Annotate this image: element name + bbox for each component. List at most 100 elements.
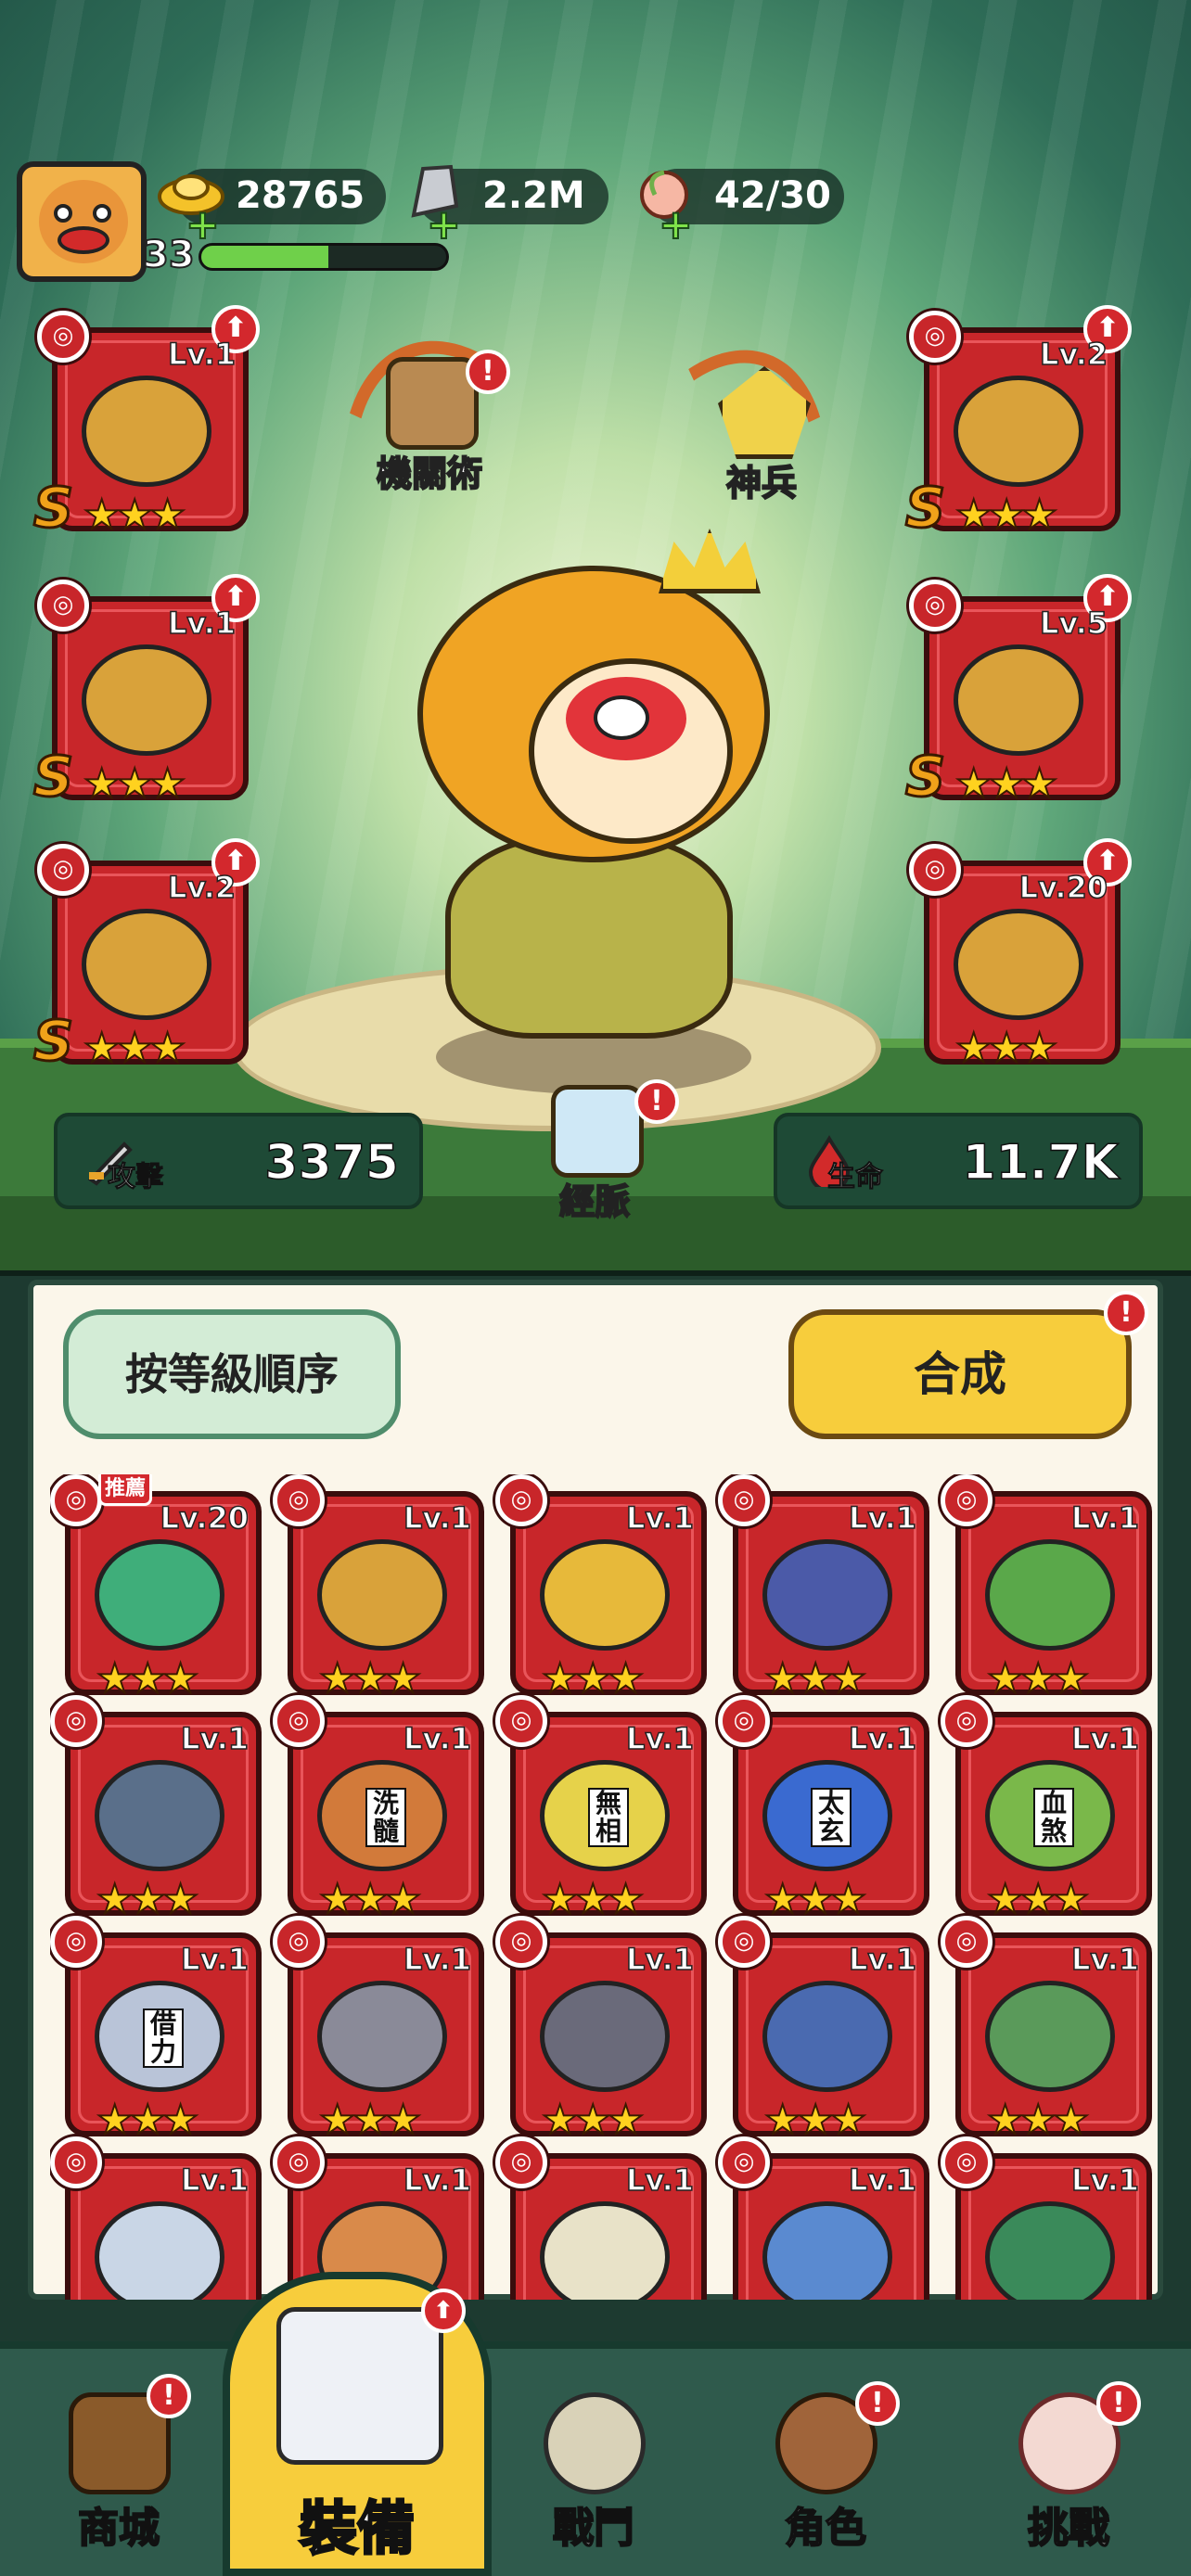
add-stone-icon[interactable]: + [426,204,462,247]
equip-slot-right-2[interactable]: ◎ ⬆ Lv.5 ★★★ S [903,574,1132,811]
alert-badge: ! [147,2374,191,2418]
category-icon: ◎ [37,311,89,363]
inventory-item[interactable]: ◎ Lv.1 ★★★ 無相 [495,1695,707,1924]
hero-monkey-king[interactable] [293,304,874,1048]
slot-level: Lv.1 [403,1941,472,1978]
slot-level: Lv.5 [1039,605,1108,642]
item-icon [540,1539,670,1651]
inventory-item[interactable]: ◎Lv.1★★★ [495,1916,707,2145]
slot-level: Lv.1 [403,1720,472,1757]
avatar-eye-left [54,204,72,223]
slot-level: Lv.1 [180,1941,250,1978]
star-rating: ★★★ [954,1024,1058,1073]
item-icon [95,1760,224,1871]
nav-equip[interactable]: ⬆ 裝備 [223,2272,492,2576]
category-icon: ◎ [273,1474,325,1526]
slot-level: Lv.1 [848,1941,917,1978]
alert-badge: ! [1096,2381,1141,2426]
inventory-item[interactable]: ◎ Lv.1 ★★★ 洗髓 [273,1695,484,1924]
player-avatar[interactable] [17,161,147,282]
category-icon: ◎ [273,2136,325,2188]
inventory-item[interactable]: ◎ Lv.1 ★★★ 太玄 [718,1695,929,1924]
robe-icon [276,2307,443,2465]
category-icon: ◎ [941,2136,992,2188]
category-icon: ◎ [50,1695,102,1747]
slot-level: Lv.1 [180,1720,250,1757]
meridian-label: 經脈 [558,1180,631,1223]
equip-slot-left-3[interactable]: ◎ ⬆ Lv.2 ★★★ S [32,838,260,1076]
equip-slot-right-3[interactable]: ◎ ⬆ Lv.20 ★★★ [909,838,1132,1073]
upgrade-badge: ⬆ [421,2289,466,2333]
gold-counter[interactable]: + 28765 [158,169,386,247]
inventory-item[interactable]: ◎ Lv.1 ★★★ 血煞 [941,1695,1152,1924]
category-icon: ◎ [495,1695,547,1747]
stone-counter[interactable]: + 2.2M [411,164,608,247]
slot-level: Lv.1 [1070,1720,1140,1757]
equip-slot-left-2[interactable]: ◎ ⬆ Lv.1 ★★★ S [32,574,260,811]
item-icon [985,1539,1115,1651]
star-rating: ★★★ [954,759,1058,809]
slot-level: Lv.2 [167,869,237,906]
scroll-title: 洗髓 [365,1788,406,1847]
inventory-item[interactable]: ◎Lv.1★★★ [50,1695,262,1924]
nav-challenge[interactable]: ! 挑戰 [976,2374,1161,2569]
category-icon: ◎ [941,1474,992,1526]
equip-slot-right-1[interactable]: ◎ ⬆ Lv.2 ★★★ S [903,305,1132,542]
inventory-item[interactable]: ◎Lv.1★★★ [941,1916,1152,2145]
slot-level: Lv.1 [848,2162,917,2199]
rank-badge: S [32,475,74,542]
inventory-item[interactable]: ◎Lv.1★★★ [495,2136,707,2300]
attack-stat: 攻擊 3375 [54,1113,423,1209]
inventory-item[interactable]: ◎Lv.1★★★ [941,2136,1152,2300]
category-icon: ◎ [37,580,89,631]
star-rating: ★★★ [83,759,186,809]
meridian-feature[interactable]: ! 經脈 [516,1079,679,1224]
slot-level: Lv.1 [625,1720,695,1757]
equip-slot-left-1[interactable]: ◎ ⬆ Lv.1 ★★★ S [32,305,260,542]
divine-weapon-feature[interactable]: 神兵 [683,366,840,505]
armor-body [445,835,733,1039]
mechanism-feature[interactable]: ! 機關術 [351,350,510,496]
category-icon: ◎ [941,1916,992,1968]
nav-battle-label: 戰鬥 [552,2504,635,2553]
nav-character[interactable]: ! 角色 [733,2374,918,2569]
nav-character-label: 角色 [784,2504,867,2553]
star-rating: ★★★ [954,491,1058,540]
item-icon [762,1981,892,2092]
sun-disc-icon [82,376,211,487]
star-rating: ★★★ [83,491,186,540]
slot-level: Lv.1 [167,336,237,373]
merge-alert-badge: ! [1104,1291,1148,1335]
nav-shop[interactable]: ! 商城 [26,2374,211,2569]
rank-badge: S [32,744,74,811]
slot-level: Lv.1 [1070,1499,1140,1537]
item-icon [540,1981,670,2092]
add-gold-icon[interactable]: + [185,204,221,247]
jade-scroll-icon [82,644,211,756]
inventory-item[interactable]: ◎Lv.1★★★ [273,1474,484,1703]
sort-by-level-button[interactable]: 按等級順序 [63,1309,401,1439]
stone-value: 2.2M [482,174,585,217]
nav-battle[interactable]: 戰鬥 [501,2374,686,2569]
inventory-item[interactable]: ◎Lv.1★★★ [50,2136,262,2300]
inventory-item[interactable]: ◎Lv.1★★★ [495,1474,707,1703]
inventory-item[interactable]: ◎Lv.1★★★ [273,1916,484,2145]
inventory-item[interactable]: ◎ Lv.20 ★★★ 推薦 [50,1474,262,1703]
category-icon: ◎ [495,1474,547,1526]
inventory-item[interactable]: ◎Lv.1★★★ [718,1474,929,1703]
category-icon: ◎ [50,1916,102,1968]
monkey-eye [594,695,649,740]
inventory-item[interactable]: ◎ Lv.1 ★★★ 借力 [50,1916,262,2145]
inventory-item[interactable]: ◎Lv.1★★★ [718,2136,929,2300]
scroll-title: 太玄 [811,1788,852,1847]
inventory-item[interactable]: ◎Lv.1★★★ [941,1474,1152,1703]
scroll-title: 借力 [143,2009,184,2068]
energy-counter[interactable]: + 42/30 [640,169,844,247]
inventory-item[interactable]: ◎Lv.1★★★ [718,1916,929,2145]
merge-button[interactable]: 合成 [788,1309,1132,1439]
category-icon: ◎ [273,1916,325,1968]
category-icon: ◎ [909,580,961,631]
avatar-mouth [58,226,109,254]
add-energy-icon[interactable]: + [658,204,694,247]
category-icon: ◎ [718,1916,770,1968]
